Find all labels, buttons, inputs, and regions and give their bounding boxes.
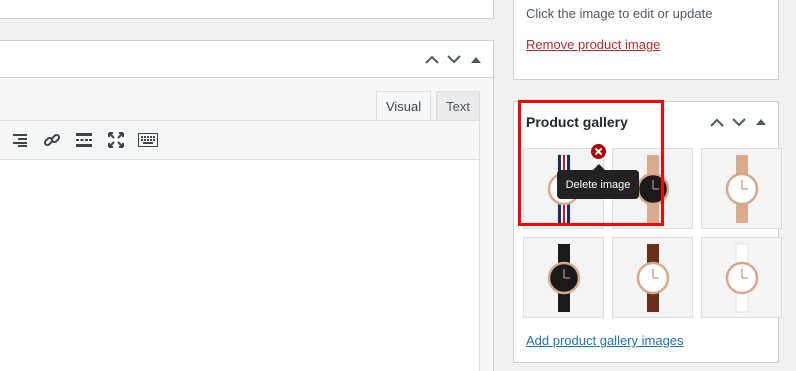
- gallery-image-6[interactable]: [701, 237, 782, 318]
- tab-text[interactable]: Text: [436, 91, 480, 120]
- move-down-icon[interactable]: [730, 113, 748, 131]
- toggle-panel-icon[interactable]: [467, 51, 485, 69]
- gallery-postbox-header: Product gallery: [514, 102, 778, 142]
- move-up-icon[interactable]: [708, 113, 726, 131]
- delete-image-icon[interactable]: [591, 144, 606, 159]
- link-icon[interactable]: [39, 127, 65, 153]
- editor-handle-actions: [423, 41, 485, 78]
- product-gallery-postbox: Product gallery Add product gallery imag…: [513, 101, 782, 363]
- editor-area: Visual Text: [0, 79, 493, 371]
- column-gutter: [494, 0, 507, 371]
- product-image-panel: Click the image to edit or update Remove…: [513, 0, 779, 80]
- gallery-handle-actions: [708, 102, 770, 142]
- gallery-image-4[interactable]: [523, 237, 604, 318]
- move-down-icon[interactable]: [445, 51, 463, 69]
- tab-visual[interactable]: Visual: [375, 91, 432, 120]
- keyboard-icon[interactable]: [135, 127, 161, 153]
- remove-product-image-link[interactable]: Remove product image: [526, 37, 660, 52]
- gallery-title: Product gallery: [526, 114, 628, 130]
- move-up-icon[interactable]: [423, 51, 441, 69]
- toggle-panel-icon[interactable]: [752, 113, 770, 131]
- add-gallery-images-link[interactable]: Add product gallery images: [526, 333, 684, 348]
- editor-tabs: Visual Text: [375, 91, 480, 120]
- product-image-hint: Click the image to edit or update: [526, 6, 713, 21]
- delete-image-tooltip: Delete image: [557, 164, 639, 199]
- gallery-image-3[interactable]: [701, 148, 782, 229]
- tooltip-text: Delete image: [565, 178, 631, 191]
- editor-content-area[interactable]: [0, 160, 480, 371]
- editor-postbox-header: [0, 41, 493, 78]
- read-more-icon[interactable]: [71, 127, 97, 153]
- editor-postbox: Visual Text: [0, 40, 494, 371]
- fullscreen-icon[interactable]: [103, 127, 129, 153]
- left-top-panel: [0, 0, 494, 19]
- gallery-image-5[interactable]: [612, 237, 693, 318]
- editor-toolbar: [0, 120, 480, 160]
- align-right-icon[interactable]: [7, 127, 33, 153]
